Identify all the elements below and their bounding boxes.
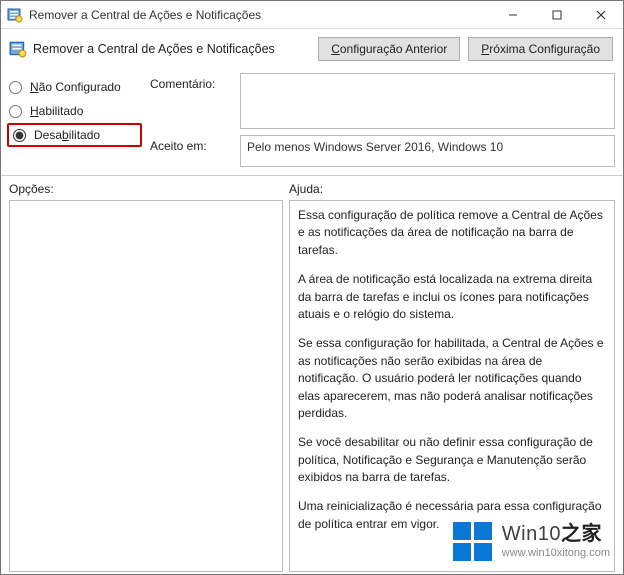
titlebar: Remover a Central de Ações e Notificaçõe… [1,1,623,29]
gpedit-icon [7,7,23,23]
help-paragraph: Se você desabilitar ou não definir essa … [298,434,606,486]
radio-enabled-input[interactable] [9,105,22,118]
watermark-text: Win10之家 [502,523,610,545]
help-paragraph: Se essa configuração for habilitada, a C… [298,335,606,422]
supported-label: Aceito em: [150,135,232,153]
header-row: Remover a Central de Ações e Notificaçõe… [1,29,623,69]
policy-title: Remover a Central de Ações e Notificaçõe… [33,42,275,56]
watermark-url: www.win10xitong.com [502,547,610,559]
radio-disabled-input[interactable] [13,129,26,142]
config-area: Não Configurado Habilitado Desabilitado … [1,69,623,176]
watermark: Win10之家 www.win10xitong.com [453,522,610,561]
radio-disabled[interactable]: Desabilitado [7,123,142,147]
policy-icon [9,40,27,58]
split-area: Essa configuração de política remove a C… [1,200,623,574]
minimize-button[interactable] [491,1,535,28]
help-paragraph: A área de notificação está localizada na… [298,271,606,323]
options-panel[interactable] [9,200,283,572]
radio-enabled[interactable]: Habilitado [7,99,142,123]
comment-input[interactable] [240,73,615,129]
help-panel[interactable]: Essa configuração de política remove a C… [289,200,615,572]
window-title: Remover a Central de Ações e Notificaçõe… [29,8,491,22]
radio-not-configured[interactable]: Não Configurado [7,75,142,99]
radio-not-configured-input[interactable] [9,81,22,94]
next-setting-button[interactable]: Próxima Configuração [468,37,613,61]
windows-logo-icon [453,522,492,561]
options-label: Opções: [9,182,289,196]
maximize-button[interactable] [535,1,579,28]
supported-box: Pelo menos Windows Server 2016, Windows … [240,135,615,167]
help-paragraph: Essa configuração de política remove a C… [298,207,606,259]
prev-setting-button[interactable]: Configuração Anterior [318,37,460,61]
comment-label: Comentário: [150,73,232,91]
help-label: Ajuda: [289,182,323,196]
lower-labels: Opções: Ajuda: [1,176,623,200]
close-button[interactable] [579,1,623,28]
